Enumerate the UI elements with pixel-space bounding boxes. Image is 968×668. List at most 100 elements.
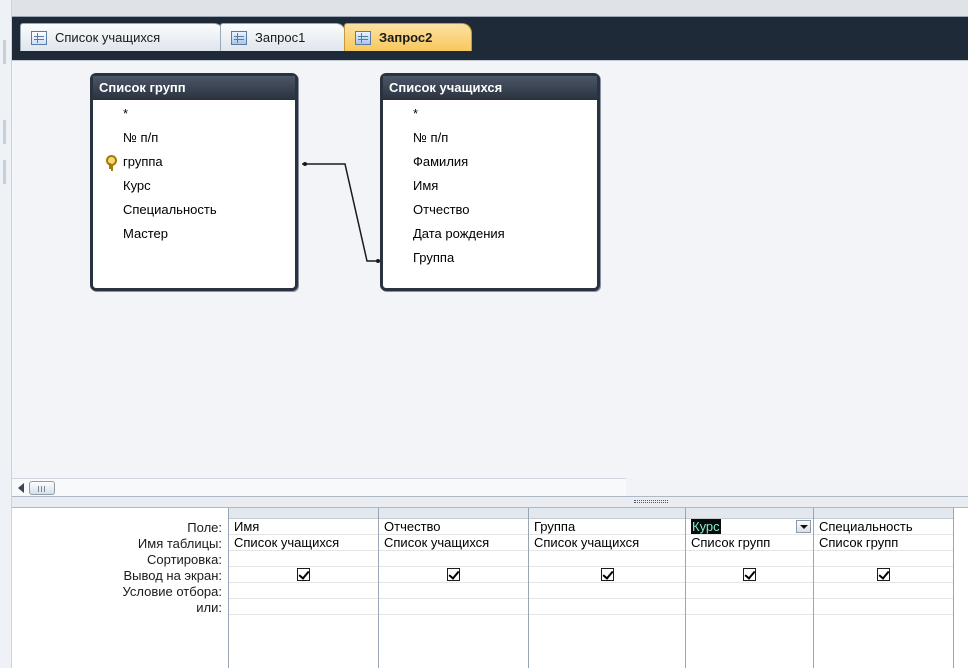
tab-label: Запрос1 xyxy=(255,30,306,45)
grid-column[interactable]: Имя Список учащихся xyxy=(229,508,379,668)
field-item[interactable]: № п/п xyxy=(383,126,597,150)
field-item[interactable]: Курс xyxy=(93,174,295,198)
row-label-criteria: Условие отбора: xyxy=(122,584,222,599)
show-checkbox[interactable] xyxy=(743,568,756,582)
column-selector[interactable] xyxy=(814,508,953,519)
field-item[interactable]: Имя xyxy=(383,174,597,198)
show-checkbox[interactable] xyxy=(447,568,460,582)
field-item[interactable]: Фамилия xyxy=(383,150,597,174)
field-item[interactable]: Дата рождения xyxy=(383,222,597,246)
field-label: * xyxy=(413,106,419,121)
table-box-spisok-uchashchikhsya[interactable]: Список учащихся * № п/п Фамилия Имя Отче… xyxy=(380,73,600,291)
grid-column[interactable]: Группа Список учащихся xyxy=(529,508,686,668)
primary-key-icon xyxy=(105,155,117,169)
or-cell[interactable] xyxy=(529,599,685,615)
dropdown-arrow-icon[interactable] xyxy=(796,520,811,533)
show-cell[interactable] xyxy=(229,567,378,583)
table-box-title[interactable]: Список учащихся xyxy=(383,76,597,100)
sort-cell[interactable] xyxy=(229,551,378,567)
sort-cell[interactable] xyxy=(379,551,528,567)
document-tab-bar: Список учащихся Запрос1 Запрос2 xyxy=(12,16,968,60)
show-checkbox[interactable] xyxy=(297,568,310,582)
field-cell[interactable]: Отчество xyxy=(379,519,528,535)
or-cell[interactable] xyxy=(814,599,953,615)
grid-column[interactable]: Специальность Список групп xyxy=(814,508,954,668)
pane-notch xyxy=(3,160,6,184)
pane-notch xyxy=(3,40,6,64)
column-selector[interactable] xyxy=(686,508,813,519)
row-label-table: Имя таблицы: xyxy=(137,536,222,551)
criteria-cell[interactable] xyxy=(229,583,378,599)
field-label: * xyxy=(123,106,129,121)
splitter-grip-icon[interactable] xyxy=(634,500,668,503)
tab-label: Запрос2 xyxy=(379,30,433,45)
field-item[interactable]: Отчество xyxy=(383,198,597,222)
show-cell[interactable] xyxy=(814,567,953,583)
field-item[interactable]: Специальность xyxy=(93,198,295,222)
show-cell[interactable] xyxy=(529,567,685,583)
table-cell[interactable]: Список учащихся xyxy=(229,535,378,551)
tab-spisok-uchashchikhsya[interactable]: Список учащихся xyxy=(20,23,224,51)
selected-field-text[interactable]: Курс xyxy=(691,519,721,534)
show-checkbox[interactable] xyxy=(877,568,890,582)
table-cell[interactable]: Список учащихся xyxy=(379,535,528,551)
criteria-cell[interactable] xyxy=(529,583,685,599)
query-icon xyxy=(231,30,247,45)
sort-cell[interactable] xyxy=(814,551,953,567)
field-label: Дата рождения xyxy=(413,226,505,241)
criteria-cell[interactable] xyxy=(686,583,813,599)
pane-splitter[interactable] xyxy=(12,496,968,508)
scroll-thumb[interactable] xyxy=(29,481,55,495)
or-cell[interactable] xyxy=(229,599,378,615)
table-box-spisok-grupp[interactable]: Список групп * № п/п группа Курс Специал… xyxy=(90,73,298,291)
field-item[interactable]: * xyxy=(383,102,597,126)
show-checkbox[interactable] xyxy=(600,568,614,582)
field-item[interactable]: № п/п xyxy=(93,126,295,150)
field-cell[interactable]: Специальность xyxy=(814,519,953,535)
tab-zapros2[interactable]: Запрос2 xyxy=(344,23,472,51)
field-item[interactable]: * xyxy=(93,102,295,126)
field-item[interactable]: группа xyxy=(93,150,295,174)
field-label: Имя xyxy=(413,178,439,193)
row-label-field: Поле: xyxy=(187,520,222,535)
field-label: Отчество xyxy=(413,202,470,217)
query-icon xyxy=(355,30,371,45)
field-item[interactable]: Мастер xyxy=(93,222,295,246)
show-cell[interactable] xyxy=(686,567,813,583)
sort-cell[interactable] xyxy=(686,551,813,567)
column-selector[interactable] xyxy=(229,508,378,519)
grid-column-selected[interactable]: Курс Список групп xyxy=(686,508,814,668)
grid-column[interactable]: Отчество Список учащихся xyxy=(379,508,529,668)
table-cell[interactable]: Список учащихся xyxy=(529,535,685,551)
sort-cell[interactable] xyxy=(529,551,685,567)
show-cell[interactable] xyxy=(379,567,528,583)
field-label: Фамилия xyxy=(413,154,469,169)
or-cell[interactable] xyxy=(686,599,813,615)
query-design-area[interactable]: Список групп * № п/п группа Курс Специал… xyxy=(12,60,968,478)
tab-zapros1[interactable]: Запрос1 xyxy=(220,23,346,51)
field-cell-selected[interactable]: Курс xyxy=(686,519,813,535)
table-icon xyxy=(31,30,47,45)
field-label: № п/п xyxy=(123,130,159,145)
grid-columns: Имя Список учащихся Отчество Список учащ… xyxy=(228,508,968,668)
field-item[interactable]: Группа xyxy=(383,246,597,270)
table-box-title[interactable]: Список групп xyxy=(93,76,295,100)
column-selector[interactable] xyxy=(379,508,528,519)
row-label-show: Вывод на экран: xyxy=(123,568,222,583)
field-cell[interactable]: Имя xyxy=(229,519,378,535)
field-label: Специальность xyxy=(123,202,217,217)
criteria-cell[interactable] xyxy=(379,583,528,599)
row-labels: Поле: Имя таблицы: Сортировка: Вывод на … xyxy=(12,520,228,616)
pane-notch xyxy=(3,120,6,144)
scroll-left-arrow-icon[interactable] xyxy=(18,483,24,493)
table-cell[interactable]: Список групп xyxy=(814,535,953,551)
criteria-cell[interactable] xyxy=(814,583,953,599)
field-cell[interactable]: Группа xyxy=(529,519,685,535)
horizontal-scrollbar[interactable] xyxy=(12,478,626,496)
field-label: Курс xyxy=(123,178,151,193)
or-cell[interactable] xyxy=(379,599,528,615)
column-selector[interactable] xyxy=(529,508,685,519)
table-cell[interactable]: Список групп xyxy=(686,535,813,551)
query-design-grid: Поле: Имя таблицы: Сортировка: Вывод на … xyxy=(12,508,968,668)
row-label-or: или: xyxy=(196,600,222,615)
